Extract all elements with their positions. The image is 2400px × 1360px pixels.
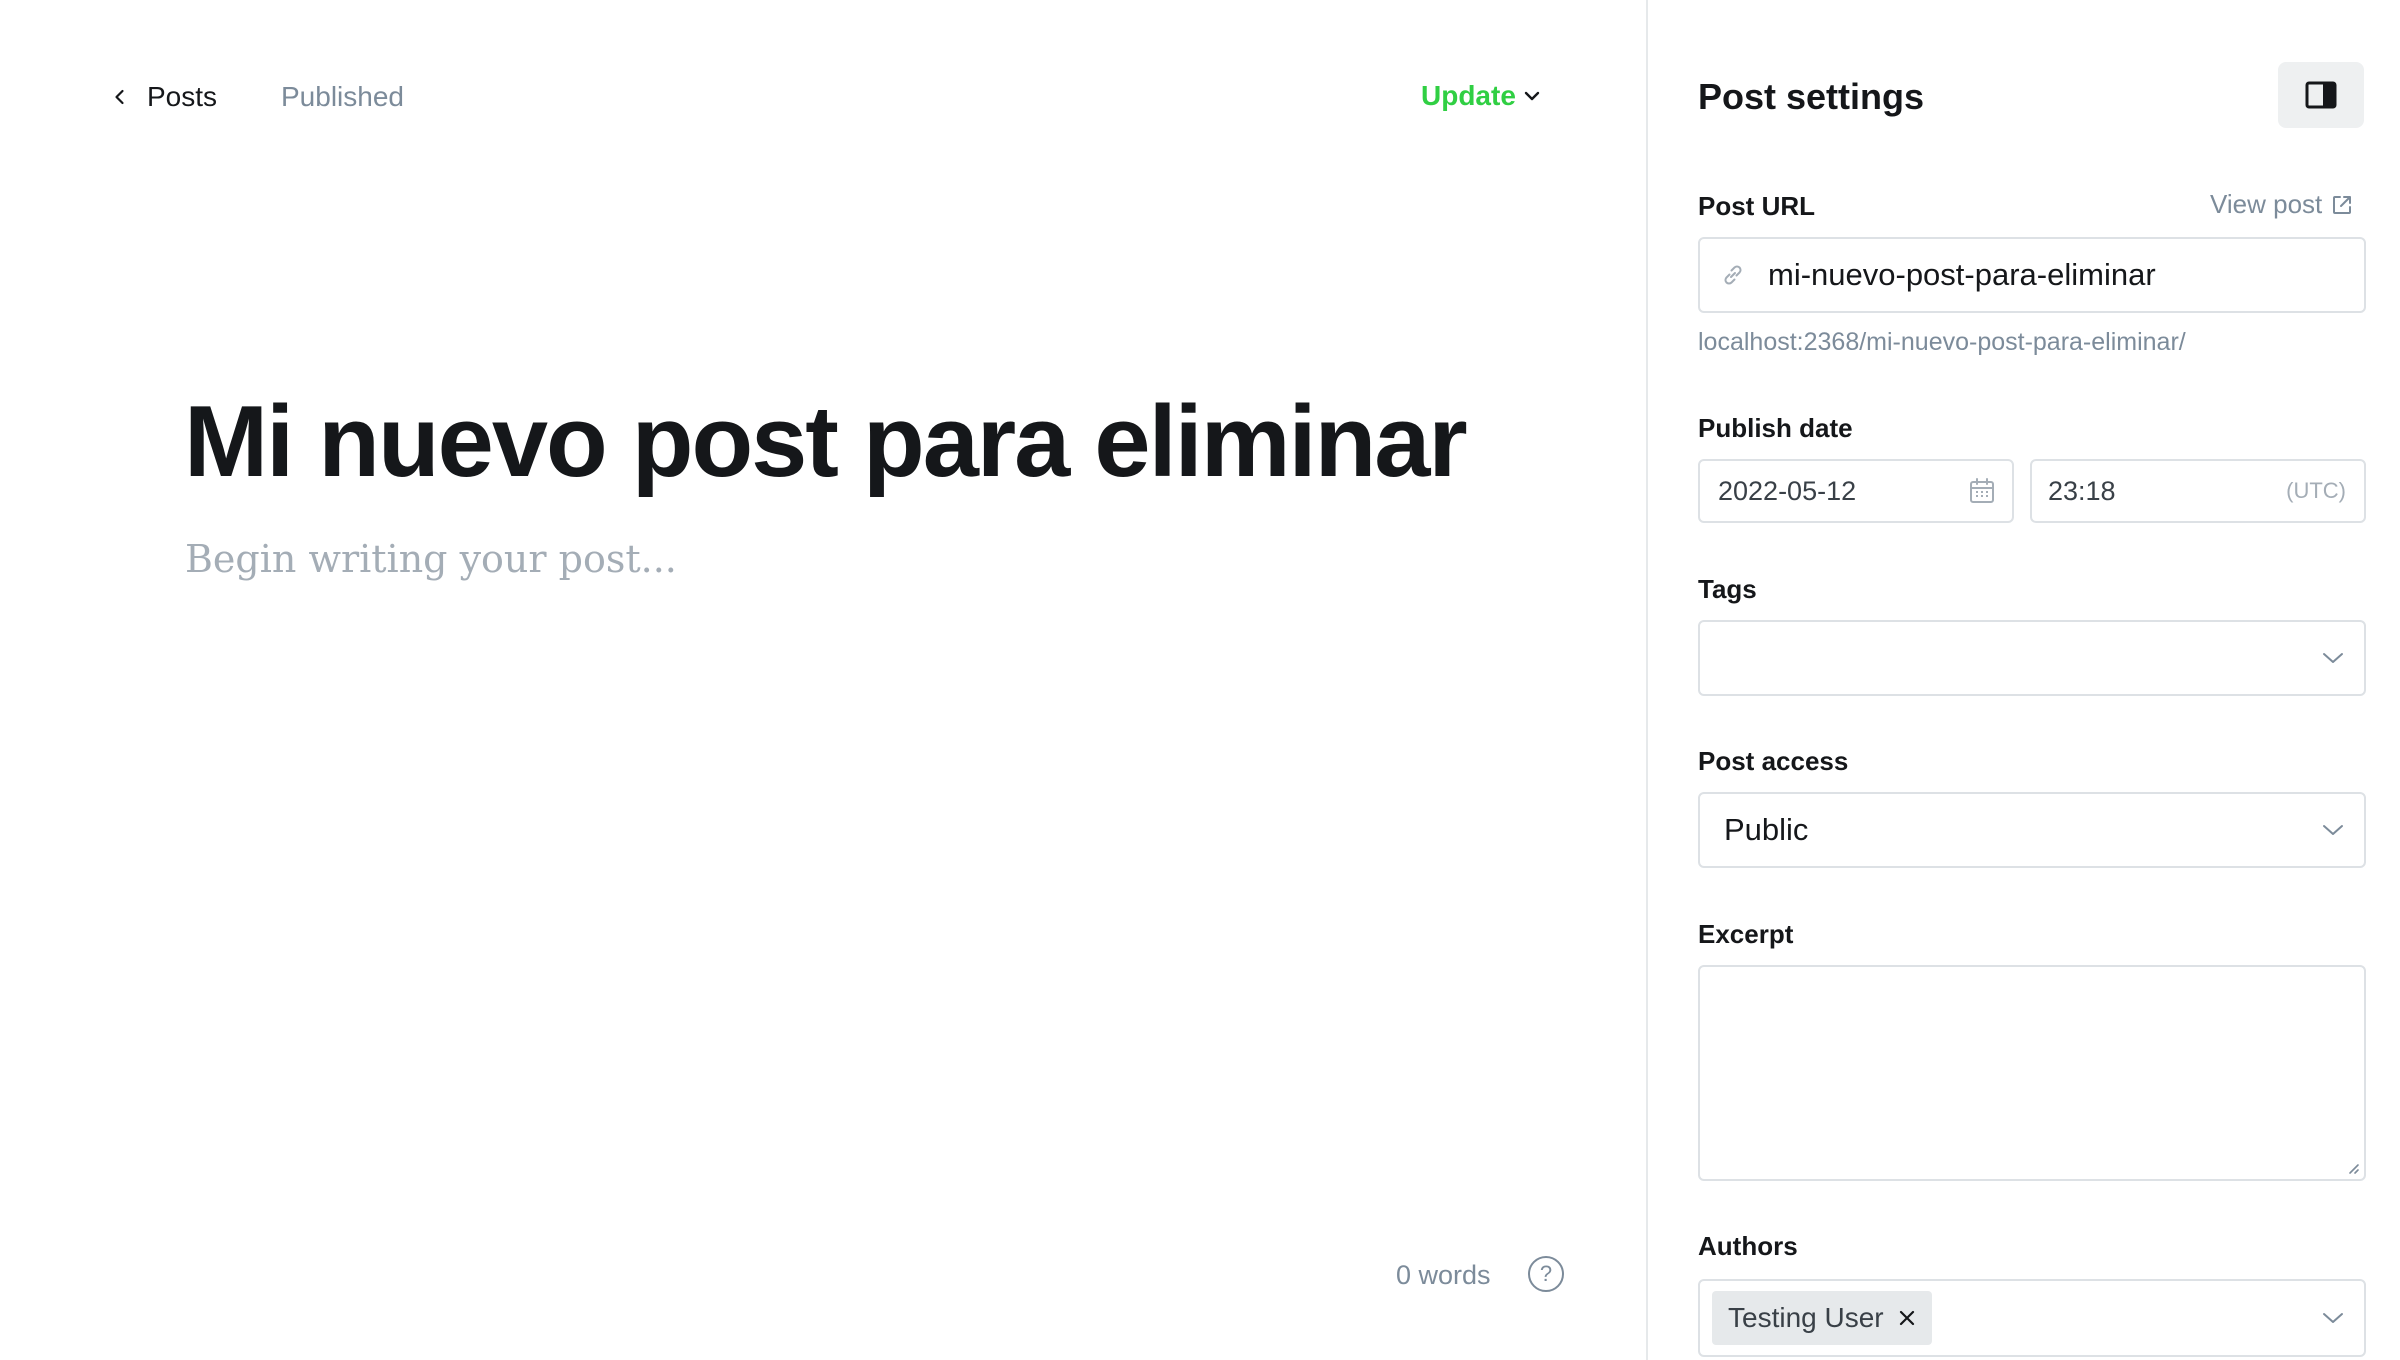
- publish-time-input[interactable]: 23:18 (UTC): [2030, 459, 2366, 523]
- external-link-icon: [2333, 195, 2352, 214]
- excerpt-label: Excerpt: [1698, 919, 1794, 949]
- resize-handle-icon[interactable]: [2344, 1159, 2360, 1175]
- editor-pane: Posts Published Update Mi nuevo post par…: [0, 0, 1646, 1360]
- word-count: 0 words: [1396, 1260, 1491, 1290]
- chevron-down-icon: [1524, 91, 1540, 101]
- update-button[interactable]: Update: [1421, 76, 1542, 116]
- author-chip-label: Testing User: [1728, 1302, 1884, 1333]
- timezone-label: (UTC): [2286, 478, 2346, 503]
- chevron-down-icon: [2323, 1313, 2343, 1323]
- authors-select[interactable]: Testing User: [1698, 1279, 2366, 1357]
- post-full-url: localhost:2368/mi-nuevo-post-para-elimin…: [1698, 328, 2186, 356]
- back-label: Posts: [147, 81, 218, 112]
- post-access-value: Public: [1724, 812, 1809, 847]
- post-access-label: Post access: [1698, 746, 1849, 776]
- link-icon: [1724, 265, 1742, 285]
- tags-label: Tags: [1698, 574, 1757, 604]
- close-icon[interactable]: [1898, 1309, 1916, 1327]
- post-status: Published: [281, 81, 404, 112]
- excerpt-textarea[interactable]: [1698, 965, 2366, 1181]
- sidebar-toggle-icon: [2305, 81, 2337, 109]
- tags-select[interactable]: [1698, 620, 2366, 696]
- chevron-left-icon: [115, 89, 124, 105]
- chevron-down-icon: [2323, 825, 2343, 835]
- view-post-link[interactable]: View post: [2210, 189, 2354, 220]
- chevron-down-icon: [2323, 653, 2343, 663]
- back-to-posts-link[interactable]: Posts: [111, 78, 217, 116]
- calendar-icon: [1970, 478, 1994, 503]
- post-title[interactable]: Mi nuevo post para eliminar: [184, 382, 1468, 502]
- post-body-editor[interactable]: Begin writing your post...: [185, 531, 677, 587]
- post-url-slug: mi-nuevo-post-para-eliminar: [1768, 257, 2156, 292]
- authors-label: Authors: [1698, 1231, 1798, 1261]
- post-url-input[interactable]: mi-nuevo-post-para-eliminar: [1698, 237, 2366, 313]
- update-label: Update: [1421, 80, 1516, 111]
- publish-date-value: 2022-05-12: [1718, 475, 1857, 506]
- post-url-label: Post URL: [1698, 191, 1815, 221]
- publish-date-label: Publish date: [1698, 413, 1853, 443]
- panel-title: Post settings: [1698, 76, 1925, 117]
- publish-date-input[interactable]: 2022-05-12: [1698, 459, 2014, 523]
- help-icon[interactable]: ?: [1528, 1256, 1564, 1292]
- post-settings-panel: Post settings Post URL View post mi-nuev…: [1646, 0, 2400, 1360]
- author-chip: Testing User: [1712, 1291, 1932, 1345]
- post-access-select[interactable]: Public: [1698, 792, 2366, 868]
- publish-time-value: 23:18: [2048, 475, 2116, 506]
- settings-toggle-button[interactable]: [2278, 62, 2364, 128]
- view-post-label: View post: [2210, 189, 2323, 219]
